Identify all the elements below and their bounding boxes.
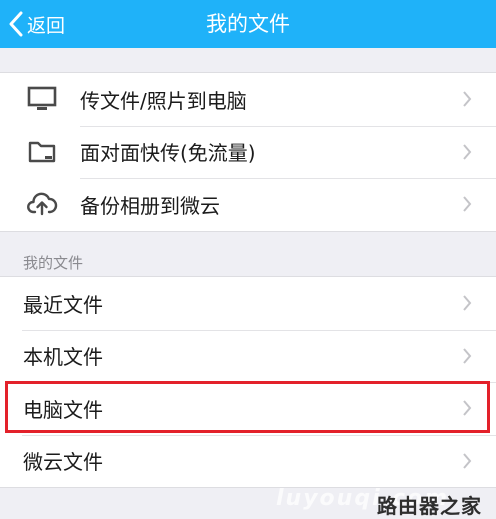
folder-icon bbox=[0, 126, 80, 179]
chevron-right-icon bbox=[463, 348, 472, 364]
local-files-label: 本机文件 bbox=[23, 345, 103, 370]
face-to-face-row[interactable]: 面对面快传(免流量) bbox=[0, 125, 496, 179]
backup-album-row[interactable]: 备份相册到微云 bbox=[0, 178, 496, 231]
transfer-to-pc-label: 传文件/照片到电脑 bbox=[80, 88, 247, 113]
chevron-right-icon bbox=[463, 91, 472, 107]
local-files-row[interactable]: 本机文件 bbox=[0, 329, 496, 383]
recent-files-label: 最近文件 bbox=[23, 292, 103, 317]
chevron-right-icon bbox=[463, 453, 472, 469]
chevron-right-icon bbox=[463, 144, 472, 160]
face-to-face-label: 面对面快传(免流量) bbox=[80, 141, 256, 166]
monitor-icon bbox=[0, 73, 80, 126]
transfer-to-pc-row[interactable]: 传文件/照片到电脑 bbox=[0, 73, 496, 126]
weiyun-files-row[interactable]: 微云文件 bbox=[0, 434, 496, 488]
chevron-right-icon bbox=[463, 196, 472, 212]
section-header-my-files: 我的文件 bbox=[23, 254, 84, 272]
weiyun-files-label: 微云文件 bbox=[23, 450, 103, 475]
nav-bar: 返回 我的文件 bbox=[0, 0, 496, 48]
cloud-upload-icon bbox=[0, 178, 80, 231]
highlight-box bbox=[5, 381, 490, 433]
watermark-text: 路由器之家 bbox=[377, 494, 482, 518]
transfer-group: 传文件/照片到电脑 面对面快传(免流量) 备份相册到微云 bbox=[0, 72, 496, 232]
page-title: 我的文件 bbox=[206, 12, 290, 36]
recent-files-row[interactable]: 最近文件 bbox=[0, 277, 496, 330]
backup-album-label: 备份相册到微云 bbox=[80, 193, 220, 218]
chevron-right-icon bbox=[463, 295, 472, 311]
